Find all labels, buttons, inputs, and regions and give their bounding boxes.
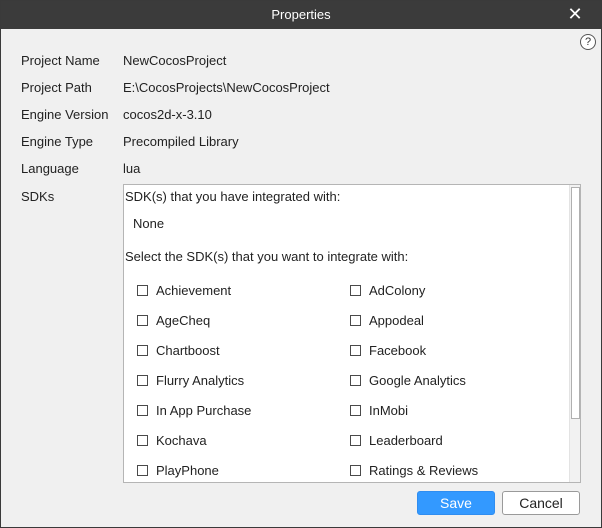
engine-version-value: cocos2d-x-3.10 <box>123 107 212 122</box>
integrated-heading: SDK(s) that you have integrated with: <box>125 189 341 204</box>
sdk-scrollbar[interactable] <box>569 185 580 482</box>
sdk-label: In App Purchase <box>156 403 252 418</box>
sdk-label: AdColony <box>369 283 426 298</box>
project-path-value: E:\CocosProjects\NewCocosProject <box>123 80 330 95</box>
project-name-value: NewCocosProject <box>123 53 227 68</box>
sdk-label: Achievement <box>156 283 232 298</box>
checkbox[interactable] <box>137 375 148 386</box>
save-button[interactable]: Save <box>417 491 495 515</box>
sdk-label: Google Analytics <box>369 373 466 388</box>
sdk-label: Leaderboard <box>369 433 443 448</box>
sdk-label: InMobi <box>369 403 409 418</box>
language-value: lua <box>123 161 141 176</box>
cancel-button[interactable]: Cancel <box>502 491 580 515</box>
help-icon[interactable]: ? <box>580 34 596 50</box>
project-name-label: Project Name <box>21 53 100 68</box>
checkbox[interactable] <box>350 315 361 326</box>
sdk-label: Chartboost <box>156 343 220 358</box>
checkbox[interactable] <box>350 285 361 296</box>
checkbox[interactable] <box>137 345 148 356</box>
sdk-label: Flurry Analytics <box>156 373 245 388</box>
checkbox[interactable] <box>350 345 361 356</box>
sdk-label: Facebook <box>369 343 427 358</box>
checkbox[interactable] <box>137 315 148 326</box>
checkbox[interactable] <box>137 465 148 476</box>
close-icon[interactable]: ✕ <box>561 3 589 25</box>
sdk-list-panel[interactable]: SDK(s) that you have integrated with: No… <box>123 184 581 483</box>
checkbox[interactable] <box>350 435 361 446</box>
checkbox[interactable] <box>137 405 148 416</box>
sdk-label: Ratings & Reviews <box>369 463 479 478</box>
scrollbar-thumb[interactable] <box>571 187 580 419</box>
checkbox[interactable] <box>137 285 148 296</box>
language-label: Language <box>21 161 79 176</box>
sdk-label: PlayPhone <box>156 463 219 478</box>
engine-version-label: Engine Version <box>21 107 109 122</box>
sdk-label: AgeCheq <box>156 313 211 328</box>
checkbox[interactable] <box>350 375 361 386</box>
sdk-label: Appodeal <box>369 313 424 328</box>
select-heading: Select the SDK(s) that you want to integ… <box>125 249 409 264</box>
project-path-label: Project Path <box>21 80 92 95</box>
dialog-title: Properties <box>271 7 331 22</box>
sdks-label: SDKs <box>21 189 55 204</box>
sdk-label: Kochava <box>156 433 207 448</box>
checkbox[interactable] <box>137 435 148 446</box>
checkbox[interactable] <box>350 465 361 476</box>
engine-type-value: Precompiled Library <box>123 134 239 149</box>
properties-dialog: Properties ✕ ? Project Name NewCocosProj… <box>0 0 602 528</box>
engine-type-label: Engine Type <box>21 134 94 149</box>
integrated-value: None <box>133 216 165 231</box>
checkbox[interactable] <box>350 405 361 416</box>
title-bar: Properties ✕ <box>1 1 601 29</box>
